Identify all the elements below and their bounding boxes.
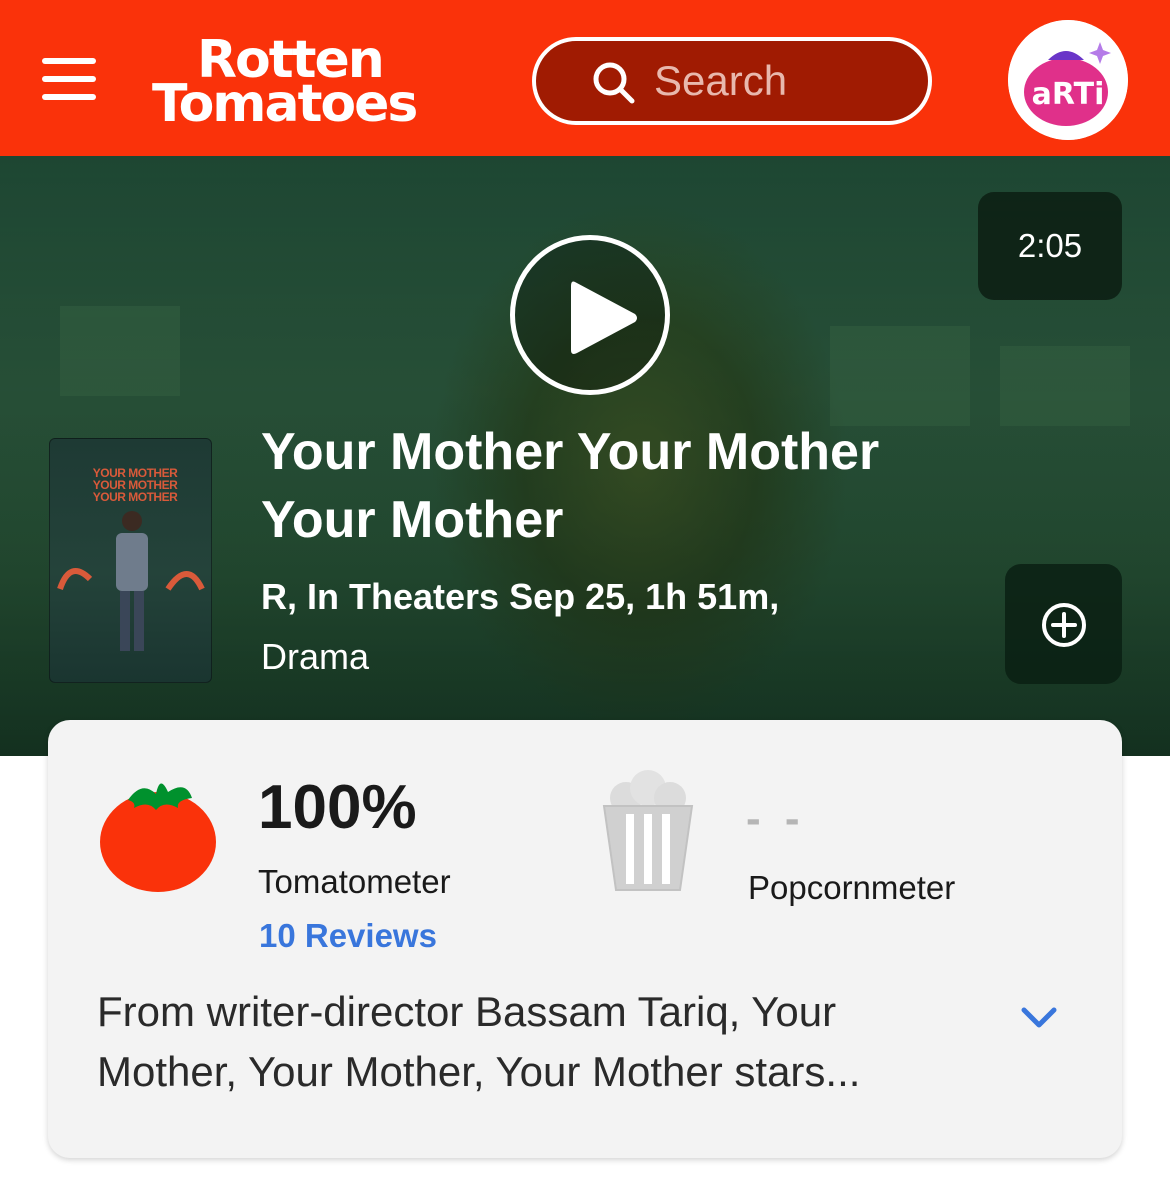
movie-synopsis: From writer-director Bassam Tariq, Your … — [97, 988, 861, 1095]
movie-meta: R, In Theaters Sep 25, 1h 51m, — [261, 576, 780, 617]
movie-poster[interactable]: YOUR MOTHER YOUR MOTHER YOUR MOTHER — [49, 438, 212, 683]
movie-genre: Drama — [261, 636, 370, 677]
search-input[interactable] — [654, 55, 914, 107]
user-avatar[interactable]: aRTi — [1008, 20, 1128, 140]
play-icon — [571, 281, 637, 354]
add-to-watchlist-button[interactable] — [1005, 564, 1122, 684]
menu-icon[interactable] — [42, 58, 96, 104]
plus-circle-icon — [1042, 603, 1086, 647]
tomatometer-score: 100% — [258, 773, 417, 842]
tomatometer-label: Tomatometer — [258, 863, 451, 900]
reviews-count-link[interactable]: 10 Reviews — [259, 914, 437, 958]
poster-figure-art — [57, 511, 205, 651]
search-icon — [593, 62, 635, 104]
chevron-down-icon[interactable] — [1018, 1002, 1060, 1032]
rotten-tomatoes-logo[interactable]: Rotten Tomatoes — [152, 34, 472, 130]
top-header: Rotten Tomatoes aRTi — [0, 0, 1170, 156]
logo-line-2: Tomatoes — [152, 74, 418, 134]
tomato-icon — [100, 783, 216, 892]
movie-title: Your Mother Your Mother Your Mother — [261, 423, 880, 549]
avatar-text: aRTi — [1032, 77, 1105, 112]
popcornmeter-score: - - — [746, 794, 806, 843]
arti-avatar-icon: aRTi — [1008, 20, 1128, 140]
score-card: 100% Tomatometer 10 Reviews - - Popcornm… — [48, 720, 1122, 1158]
popcorn-bucket-icon — [602, 770, 694, 891]
search-box[interactable] — [532, 37, 932, 125]
hero-trailer: 2:05 YOUR MOTHER YOUR MOTHER YOUR MOTHER Y… — [0, 156, 1170, 756]
video-duration-badge: 2:05 — [978, 192, 1122, 300]
play-trailer-button[interactable] — [510, 235, 670, 395]
popcornmeter-label: Popcornmeter — [748, 869, 956, 906]
